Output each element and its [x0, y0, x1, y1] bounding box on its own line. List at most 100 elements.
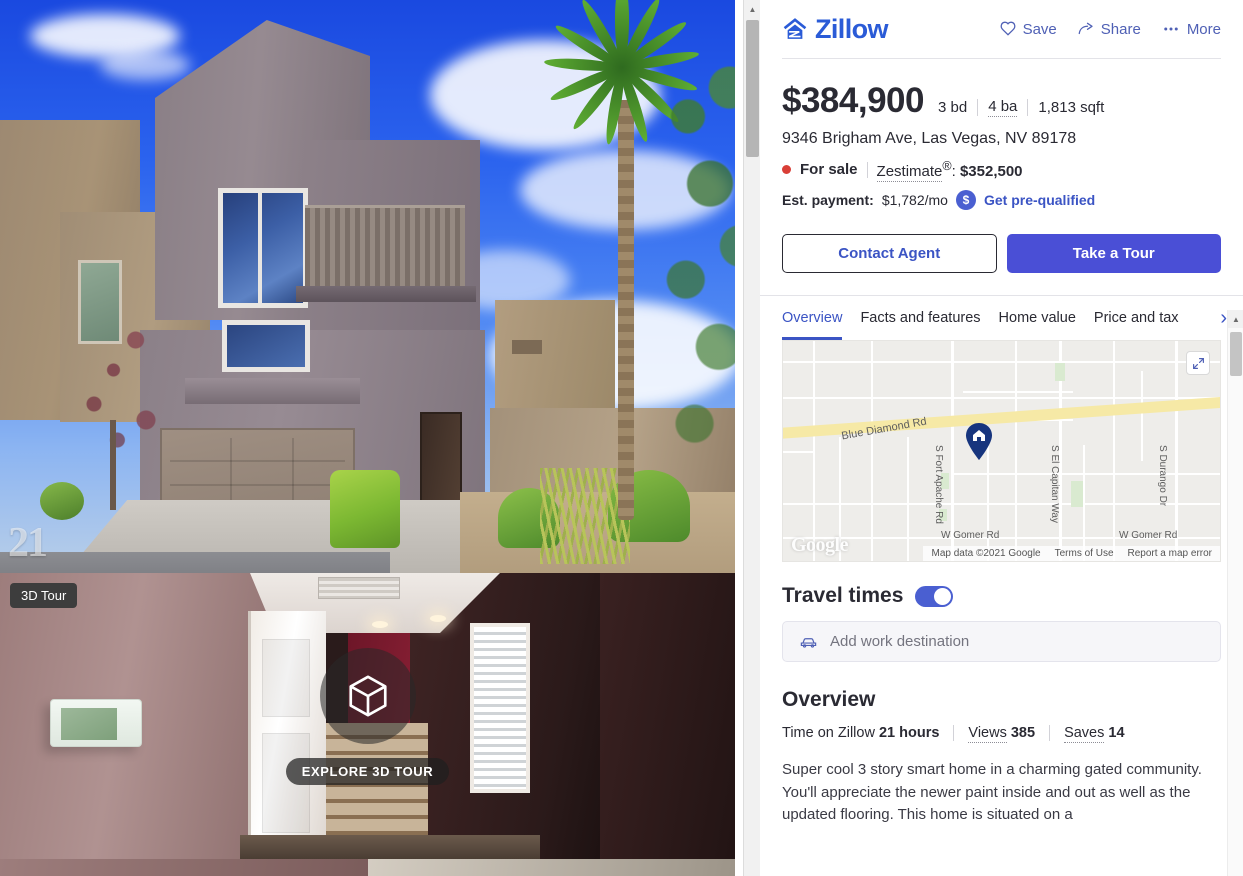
- zillow-listing-page: 21 3D Tour EXPLORE 3D TOUR ▲ Zillow Save…: [0, 0, 1243, 876]
- hero-photo[interactable]: 21: [0, 0, 735, 573]
- listing-address: 9346 Brigham Ave, Las Vegas, NV 89178: [782, 130, 1077, 147]
- street-label-horizontal: W Gomer Rd: [1119, 530, 1178, 541]
- saves-stat[interactable]: Saves 14: [1064, 725, 1125, 743]
- share-button[interactable]: Share: [1077, 20, 1141, 38]
- tab-facts-and-features[interactable]: Facts and features: [851, 296, 989, 340]
- status-row: For sale Zestimate®: $352,500: [782, 159, 1221, 182]
- beds-value: 3 bd: [937, 99, 968, 116]
- zillow-logo[interactable]: Zillow: [782, 13, 889, 45]
- details-scrollbar[interactable]: ▲: [1227, 310, 1243, 876]
- more-label: More: [1186, 20, 1221, 38]
- price-block: $384,900 3 bd 4 ba 1,813 sqft 9346 Brigh…: [760, 81, 1243, 273]
- tree-trunk: [110, 420, 116, 510]
- divider: [953, 725, 955, 741]
- top-actions: Save Share More: [999, 20, 1221, 38]
- home-pin-icon[interactable]: [964, 423, 994, 461]
- scroll-up-arrow-icon[interactable]: ▲: [1228, 310, 1243, 328]
- balcony-slab: [296, 286, 476, 302]
- cube-icon: [319, 647, 416, 744]
- terms-of-use-link[interactable]: Terms of Use: [1055, 548, 1114, 559]
- overview-title: Overview: [782, 688, 876, 711]
- location-map[interactable]: Blue Diamond Rd S Fort Apache Rd S El Ca…: [782, 340, 1221, 562]
- background-tree: [655, 30, 735, 510]
- ornamental-grass: [540, 468, 630, 564]
- divider: [977, 99, 979, 116]
- more-button[interactable]: More: [1161, 20, 1221, 38]
- expand-icon: [1192, 357, 1204, 369]
- save-label: Save: [1022, 20, 1057, 38]
- listing-price: $384,900: [782, 81, 924, 120]
- overview-description: Super cool 3 story smart home in a charm…: [782, 761, 1202, 823]
- dollar-icon: $: [955, 190, 976, 210]
- gallery-scrollbar[interactable]: ▲: [743, 0, 760, 876]
- zestimate-value: $352,500: [959, 163, 1023, 180]
- status-label: For sale: [800, 161, 858, 178]
- zestimate-registered-mark: ®: [942, 159, 952, 173]
- media-gallery-column: 21 3D Tour EXPLORE 3D TOUR ▲: [0, 0, 760, 876]
- time-on-zillow-label: Time on Zillow: [782, 725, 875, 741]
- zestimate[interactable]: Zestimate®: $352,500: [876, 159, 1023, 182]
- zestimate-label: Zestimate: [876, 163, 943, 182]
- travel-times-toggle[interactable]: [915, 585, 954, 607]
- time-on-zillow-value: 21 hours: [878, 725, 940, 741]
- views-stat[interactable]: Views 385: [968, 725, 1036, 743]
- heart-icon: [1000, 21, 1016, 36]
- views-label: Views: [968, 725, 1007, 743]
- ellipsis-icon: [1164, 27, 1178, 31]
- thumbnail-strip: [0, 859, 735, 876]
- details-scrollbar-thumb[interactable]: [1230, 332, 1242, 376]
- divider: [1027, 99, 1029, 116]
- map-attribution: Map data ©2021 Google Terms of Use Repor…: [923, 546, 1220, 561]
- cta-row: Contact Agent Take a Tour: [782, 234, 1221, 273]
- hedge-bush: [330, 470, 400, 548]
- google-watermark: Google: [791, 534, 849, 556]
- tab-home-value[interactable]: Home value: [990, 296, 1085, 340]
- upper-window: [218, 188, 308, 308]
- sqft-value: 1,813 sqft: [1038, 99, 1105, 116]
- car-icon: [800, 638, 817, 648]
- zestimate-colon: :: [951, 163, 956, 180]
- divider: [1049, 725, 1051, 741]
- expand-map-button[interactable]: [1186, 351, 1210, 375]
- contact-agent-button[interactable]: Contact Agent: [782, 234, 997, 273]
- gallery-scrollbar-thumb[interactable]: [746, 20, 759, 157]
- est-payment-label: Est. payment:: [782, 192, 874, 208]
- take-a-tour-button[interactable]: Take a Tour: [1006, 234, 1221, 273]
- est-payment-value: $1,782/mo: [881, 192, 948, 208]
- est-payment-row: Est. payment: $1,782/mo $ Get pre-qualif…: [782, 190, 1221, 210]
- save-button[interactable]: Save: [999, 20, 1057, 38]
- topbar-divider: [782, 58, 1221, 59]
- report-map-error-link[interactable]: Report a map error: [1128, 548, 1212, 559]
- map-road-network: [783, 341, 1220, 561]
- detail-topbar: Zillow Save Share More: [760, 0, 1243, 58]
- tabs-next-chevron-icon[interactable]: ›: [1220, 307, 1227, 330]
- work-destination-input[interactable]: Add work destination: [782, 621, 1221, 662]
- explore-3d-tour-label: EXPLORE 3D TOUR: [285, 757, 450, 785]
- status-dot-icon: [782, 165, 791, 174]
- map-data-credit: Map data ©2021 Google: [931, 548, 1041, 559]
- cloud: [100, 50, 190, 80]
- explore-3d-tour-button[interactable]: EXPLORE 3D TOUR: [0, 573, 735, 859]
- listing-details-column: Zillow Save Share More $384,900 3 bd 4 b…: [760, 0, 1243, 876]
- baths-value[interactable]: 4 ba: [988, 98, 1018, 117]
- scroll-up-arrow-icon[interactable]: ▲: [744, 0, 760, 18]
- thumbnail-image[interactable]: [0, 859, 368, 876]
- neighbor-building-right: [495, 300, 615, 420]
- ornamental-tree: [55, 300, 185, 500]
- tab-overview[interactable]: Overview: [782, 296, 851, 340]
- zillow-wordmark: Zillow: [815, 13, 889, 44]
- tab-price-and-tax-history[interactable]: Price and tax h: [1085, 296, 1183, 340]
- get-prequalified-link[interactable]: Get pre-qualified: [984, 192, 1095, 208]
- saves-value: 14: [1108, 725, 1125, 741]
- price-row: $384,900 3 bd 4 ba 1,813 sqft: [782, 81, 1221, 121]
- street-label-vertical: S Fort Apache Rd: [933, 445, 944, 524]
- middle-window: [222, 320, 310, 372]
- overview-stats: Time on Zillow 21 hours Views 385 Saves …: [782, 725, 1221, 743]
- thumbnail-image[interactable]: [367, 859, 735, 876]
- time-on-zillow-stat: Time on Zillow 21 hours: [782, 725, 939, 741]
- travel-times-title: Travel times: [782, 584, 904, 607]
- street-label-vertical: S Durango Dr: [1157, 445, 1168, 507]
- tour-photo[interactable]: 3D Tour EXPLORE 3D TOUR: [0, 573, 735, 859]
- views-value: 385: [1010, 725, 1036, 741]
- zillow-house-icon: [783, 18, 807, 39]
